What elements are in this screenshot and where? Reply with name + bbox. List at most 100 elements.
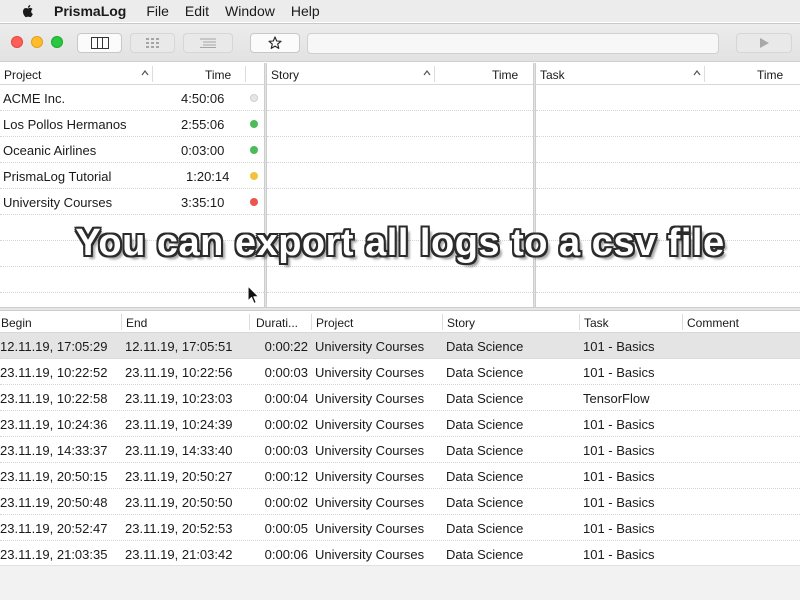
log-row[interactable]: 23.11.19, 20:52:47 23.11.19, 20:52:53 0:…	[0, 515, 800, 541]
log-task: 101 - Basics	[583, 521, 655, 536]
time-column-header[interactable]: Time	[757, 68, 783, 82]
log-row[interactable]: 23.11.19, 10:22:52 23.11.19, 10:22:56 0:…	[0, 359, 800, 385]
menu-edit[interactable]: Edit	[185, 3, 209, 19]
empty-row	[536, 189, 800, 215]
menu-window[interactable]: Window	[225, 3, 275, 19]
status-dot-icon	[250, 146, 258, 154]
log-row[interactable]: 23.11.19, 10:22:58 23.11.19, 10:23:03 0:…	[0, 385, 800, 411]
menu-file[interactable]: File	[146, 3, 169, 19]
story-column-header[interactable]: Story	[271, 68, 299, 82]
duration-column-header[interactable]: Durati...	[256, 316, 298, 330]
log-row[interactable]: 23.11.19, 14:33:37 23.11.19, 14:33:40 0:…	[0, 437, 800, 463]
empty-row	[536, 85, 800, 111]
project-row[interactable]: Oceanic Airlines 0:03:00	[0, 137, 264, 163]
log-end: 12.11.19, 17:05:51	[125, 339, 233, 354]
empty-row	[536, 111, 800, 137]
log-project: University Courses	[315, 443, 425, 458]
column-separator[interactable]	[442, 314, 443, 330]
log-project: University Courses	[315, 365, 425, 380]
stories-pane: Story Time	[267, 63, 533, 307]
status-dot-icon	[250, 94, 258, 102]
column-separator[interactable]	[579, 314, 580, 330]
log-begin: 23.11.19, 10:24:36	[0, 417, 108, 432]
log-begin: 23.11.19, 14:33:37	[0, 443, 108, 458]
log-project: University Courses	[315, 469, 425, 484]
logs-header: Begin End Durati... Project Story Task C…	[0, 311, 800, 333]
column-separator[interactable]	[434, 66, 435, 82]
column-separator[interactable]	[682, 314, 683, 330]
empty-row	[267, 189, 533, 215]
main-window: Project Time ACME Inc. 4:50:06 Los Pollo…	[0, 23, 800, 600]
log-project: University Courses	[315, 417, 425, 432]
log-project: University Courses	[315, 521, 425, 536]
task-column-header[interactable]: Task	[540, 68, 565, 82]
comment-column-header[interactable]: Comment	[687, 316, 739, 330]
log-row-selected[interactable]: 12.11.19, 17:05:29 12.11.19, 17:05:51 0:…	[0, 333, 800, 359]
list-view-button[interactable]	[183, 33, 233, 53]
zoom-window-button[interactable]	[51, 36, 63, 48]
project-column-header[interactable]: Project	[4, 68, 41, 82]
log-duration: 0:00:02	[264, 495, 308, 510]
log-duration: 0:00:03	[264, 365, 308, 380]
log-story: Data Science	[446, 547, 524, 562]
project-column-header[interactable]: Project	[316, 316, 353, 330]
story-column-header[interactable]: Story	[447, 316, 475, 330]
project-row[interactable]: PrismaLog Tutorial 1:20:14	[0, 163, 264, 189]
projects-header: Project Time	[0, 63, 264, 85]
project-row[interactable]: ACME Inc. 4:50:06	[0, 85, 264, 111]
status-dot-icon	[250, 198, 258, 206]
empty-row	[536, 137, 800, 163]
time-column-header[interactable]: Time	[205, 68, 231, 82]
log-row[interactable]: 23.11.19, 21:03:35 23.11.19, 21:03:42 0:…	[0, 541, 800, 565]
column-separator[interactable]	[311, 314, 312, 330]
empty-row	[267, 85, 533, 111]
tasks-header: Task Time	[536, 63, 800, 85]
log-story: Data Science	[446, 339, 524, 354]
column-separator[interactable]	[245, 66, 246, 82]
column-separator[interactable]	[249, 314, 250, 330]
log-duration: 0:00:12	[264, 469, 308, 484]
log-duration: 0:00:03	[264, 443, 308, 458]
log-row[interactable]: 23.11.19, 20:50:48 23.11.19, 20:50:50 0:…	[0, 489, 800, 515]
project-row[interactable]: Los Pollos Hermanos 2:55:06	[0, 111, 264, 137]
app-name-menu[interactable]: PrismaLog	[54, 3, 126, 19]
project-row[interactable]: University Courses 3:35:10	[0, 189, 264, 215]
tutorial-caption: You can export all logs to a csv file	[75, 222, 725, 264]
project-name: University Courses	[3, 195, 113, 210]
log-begin: 23.11.19, 21:03:35	[0, 547, 108, 562]
play-button[interactable]	[736, 33, 792, 53]
log-end: 23.11.19, 20:50:50	[125, 495, 233, 510]
empty-row	[0, 267, 264, 293]
menu-help[interactable]: Help	[291, 3, 320, 19]
log-begin: 12.11.19, 17:05:29	[0, 339, 108, 354]
sort-ascending-icon	[141, 70, 149, 76]
begin-column-header[interactable]: Begin	[1, 316, 32, 330]
log-duration: 0:00:05	[264, 521, 308, 536]
log-story: Data Science	[446, 417, 524, 432]
empty-row	[267, 267, 533, 293]
columns-view-button[interactable]	[77, 33, 122, 53]
time-column-header[interactable]: Time	[492, 68, 518, 82]
log-row[interactable]: 23.11.19, 10:24:36 23.11.19, 10:24:39 0:…	[0, 411, 800, 437]
favorite-button[interactable]	[250, 33, 300, 53]
column-separator[interactable]	[121, 314, 122, 330]
end-column-header[interactable]: End	[126, 316, 147, 330]
close-window-button[interactable]	[11, 36, 23, 48]
minimize-window-button[interactable]	[31, 36, 43, 48]
logs-table: Begin End Durati... Project Story Task C…	[0, 311, 800, 565]
search-input[interactable]	[307, 33, 719, 54]
project-time: 3:35:10	[181, 195, 225, 210]
project-time: 4:50:06	[181, 91, 225, 106]
empty-row	[267, 111, 533, 137]
log-end: 23.11.19, 10:22:56	[125, 365, 233, 380]
status-dot-icon	[250, 120, 258, 128]
empty-row	[267, 137, 533, 163]
column-separator[interactable]	[704, 66, 705, 82]
log-story: Data Science	[446, 365, 524, 380]
project-name: Los Pollos Hermanos	[3, 117, 127, 132]
grid-view-button[interactable]	[130, 33, 175, 53]
column-separator[interactable]	[152, 66, 153, 82]
log-row[interactable]: 23.11.19, 20:50:15 23.11.19, 20:50:27 0:…	[0, 463, 800, 489]
apple-logo-icon[interactable]	[20, 3, 36, 19]
task-column-header[interactable]: Task	[584, 316, 609, 330]
